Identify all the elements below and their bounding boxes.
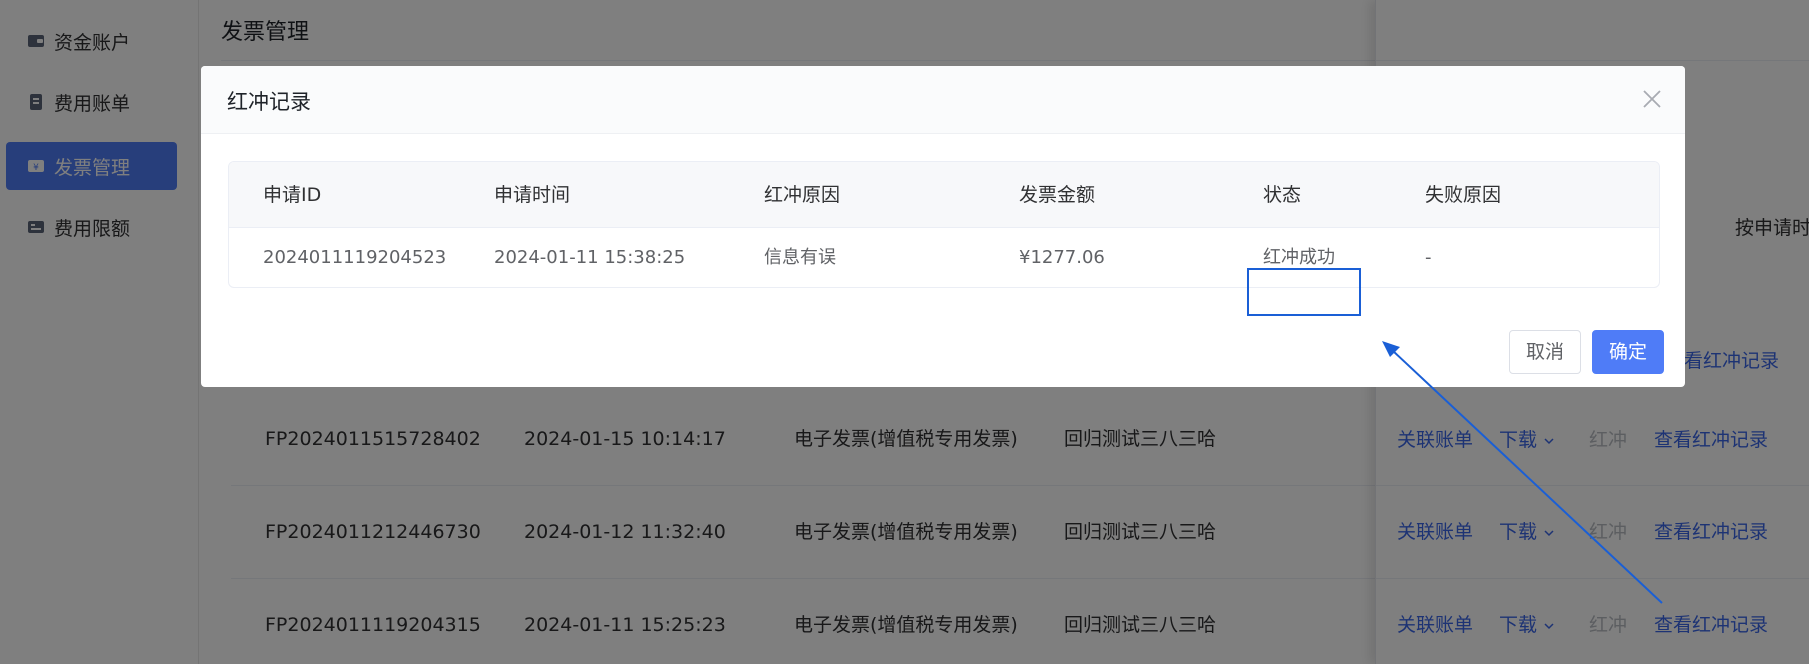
red-flush-records-dialog: 红冲记录 申请ID 申请时间 红冲原因 发票金额 状态 失败原因 2024011… (201, 66, 1685, 387)
red-flush-reason: 信息有误 (764, 247, 836, 268)
red-flush-records-table: 申请ID 申请时间 红冲原因 发票金额 状态 失败原因 202401111920… (228, 161, 1660, 288)
dialog-header: 红冲记录 (201, 66, 1685, 134)
invoice-amount: ¥1277.06 (1019, 247, 1105, 268)
column-header: 失败原因 (1425, 184, 1502, 206)
apply-time: 2024-01-11 15:38:25 (494, 247, 686, 268)
column-header: 申请ID (263, 184, 322, 206)
column-header: 申请时间 (494, 184, 571, 206)
status-highlight-annotation (1247, 268, 1361, 316)
dialog-title: 红冲记录 (227, 90, 311, 114)
column-header: 红冲原因 (764, 184, 841, 206)
cancel-button[interactable]: 取消 (1509, 330, 1581, 374)
apply-id: 2024011119204523 (263, 247, 447, 268)
column-header: 发票金额 (1019, 184, 1096, 206)
fail-reason: - (1425, 247, 1432, 268)
close-icon[interactable] (1641, 88, 1663, 110)
table-header: 申请ID 申请时间 红冲原因 发票金额 状态 失败原因 (229, 162, 1659, 228)
column-header: 状态 (1263, 184, 1302, 206)
table-row: 2024011119204523 2024-01-11 15:38:25 信息有… (229, 228, 1659, 287)
confirm-button[interactable]: 确定 (1592, 330, 1664, 374)
